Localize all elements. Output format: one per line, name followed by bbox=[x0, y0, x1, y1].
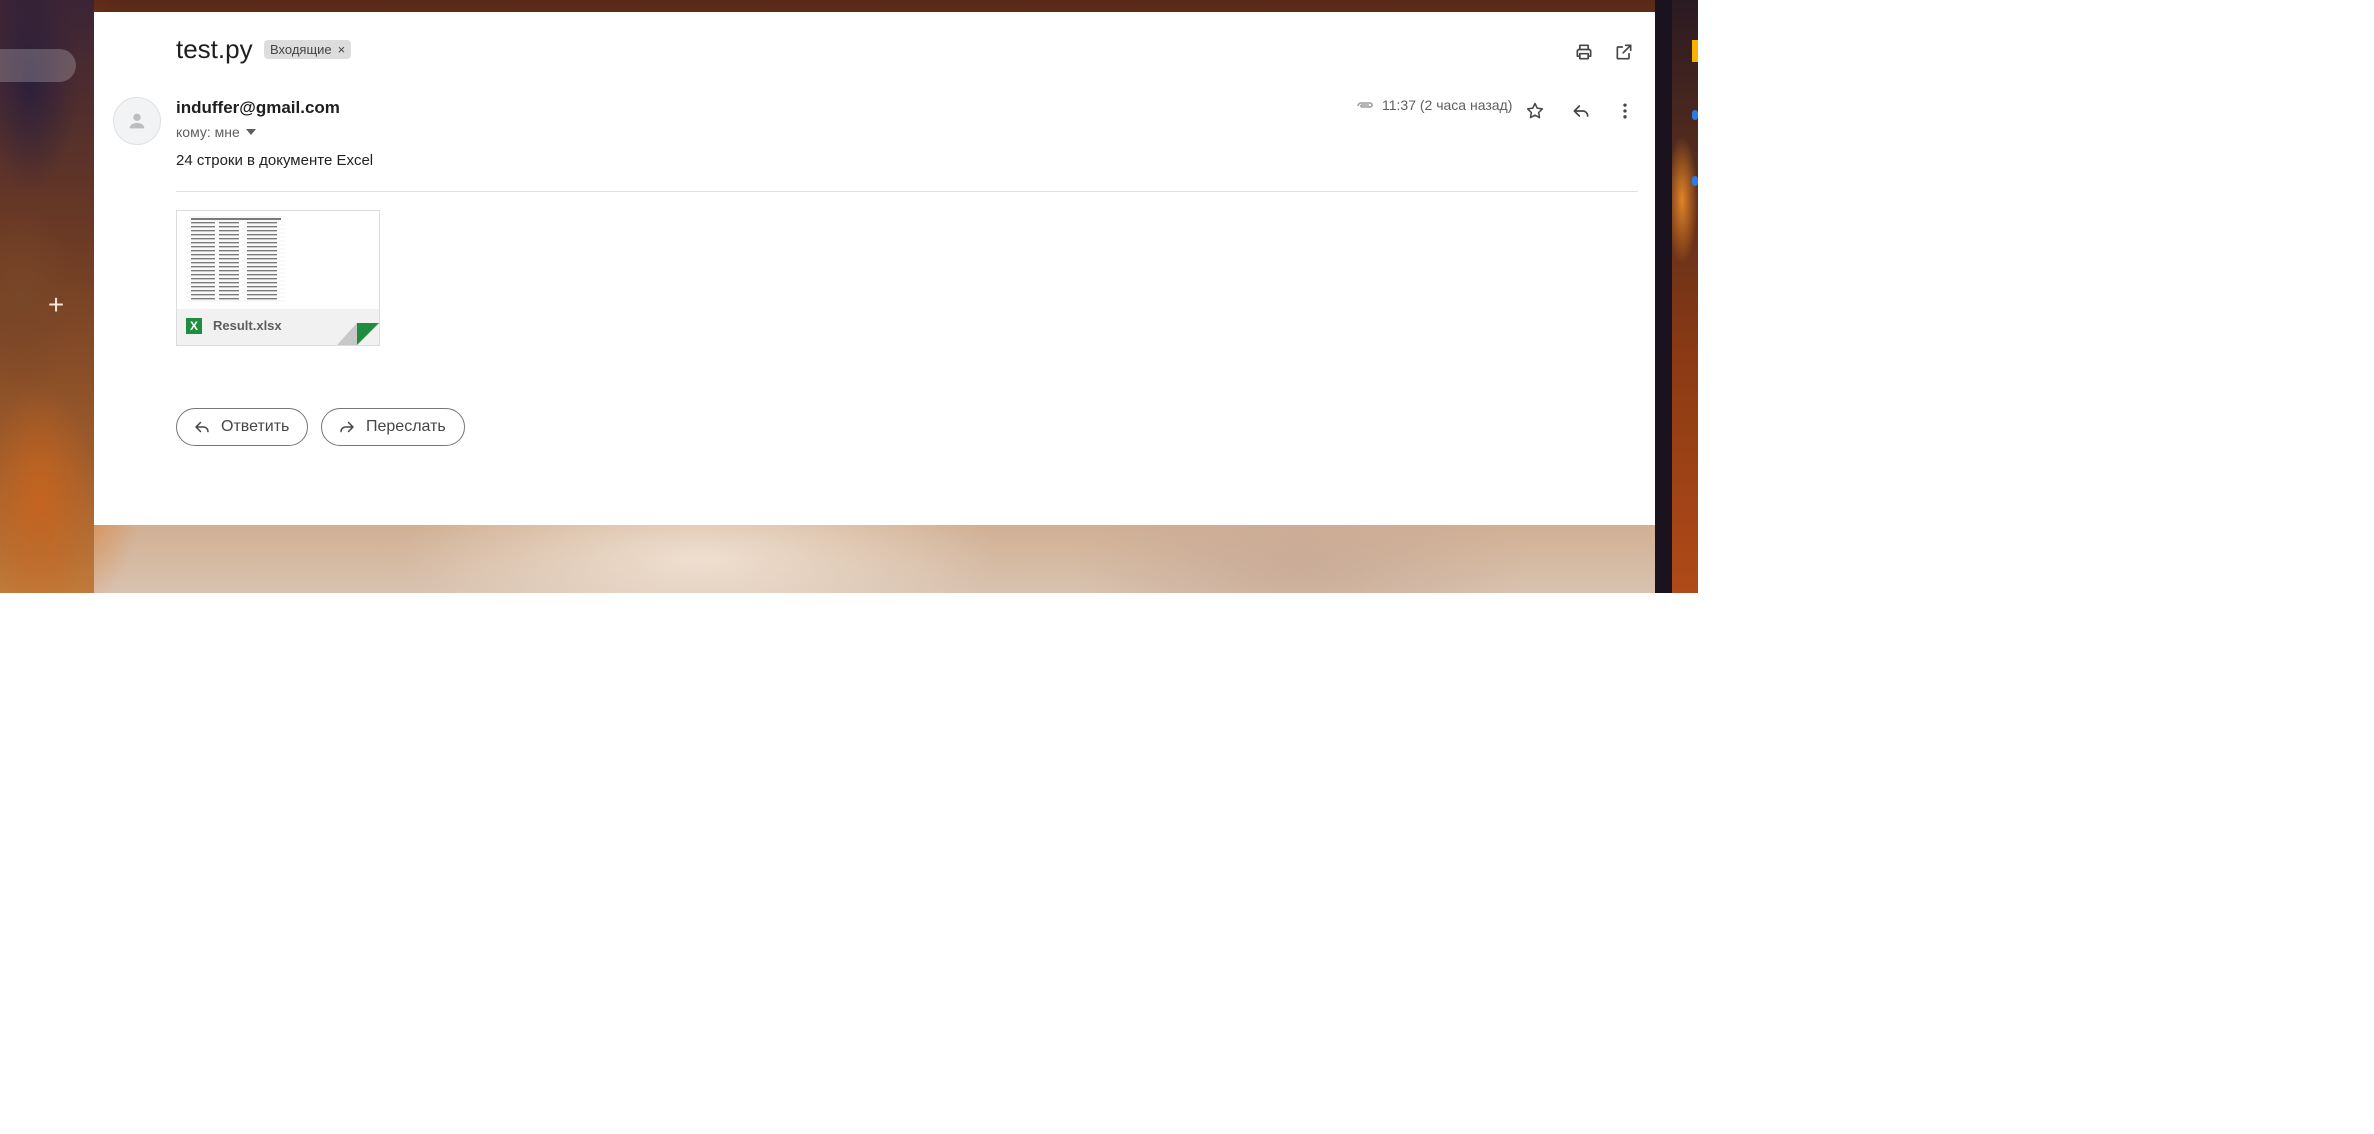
forward-button-label: Переслать bbox=[366, 418, 446, 435]
side-panel-app-icon[interactable] bbox=[1692, 110, 1698, 120]
print-icon[interactable] bbox=[1570, 38, 1598, 66]
message-card: test.py Входящие × induffer@gmail.com ко… bbox=[94, 12, 1655, 525]
screen: + test.py Входящие × induffer@gmail.com … bbox=[0, 0, 1698, 593]
side-panel-strip bbox=[1672, 0, 1698, 593]
recipient-line[interactable]: кому: мне bbox=[176, 124, 256, 140]
avatar[interactable] bbox=[113, 97, 161, 145]
message-body: 24 строки в документе Excel bbox=[176, 152, 374, 169]
reply-button[interactable]: Ответить bbox=[176, 408, 309, 446]
attachment-card[interactable]: X Result.xlsx bbox=[176, 210, 380, 346]
side-panel-app-icon[interactable] bbox=[1692, 40, 1698, 62]
label-chip[interactable]: Входящие × bbox=[264, 40, 352, 59]
timestamp: 11:37 (2 часа назад) bbox=[1382, 97, 1513, 113]
attachment-filename: Result.xlsx bbox=[213, 318, 282, 333]
left-rail: + bbox=[0, 0, 94, 593]
reply-button-label: Ответить bbox=[221, 418, 290, 435]
side-panel-app-icon[interactable] bbox=[1692, 176, 1698, 186]
star-icon[interactable] bbox=[1520, 96, 1550, 126]
reply-icon bbox=[195, 421, 209, 433]
label-chip-text: Входящие bbox=[270, 42, 332, 57]
more-vert-icon[interactable] bbox=[1610, 96, 1640, 126]
subject-title: test.py bbox=[176, 34, 253, 64]
recipient-text: кому: мне bbox=[176, 124, 240, 140]
attachment-corner-fold bbox=[337, 323, 379, 345]
forward-icon bbox=[340, 421, 354, 433]
excel-icon: X bbox=[186, 318, 202, 334]
sender-email[interactable]: induffer@gmail.com bbox=[176, 98, 340, 118]
spreadsheet-thumbnail bbox=[177, 211, 379, 309]
divider bbox=[176, 191, 1638, 192]
label-remove-button[interactable]: × bbox=[338, 40, 346, 59]
reply-icon[interactable] bbox=[1566, 96, 1596, 126]
avatar-icon bbox=[129, 113, 145, 129]
plus-icon[interactable]: + bbox=[44, 291, 68, 319]
attachment-preview bbox=[177, 211, 379, 309]
open-new-window-icon[interactable] bbox=[1610, 38, 1638, 66]
timestamp-area: 11:37 (2 часа назад) bbox=[1354, 97, 1512, 113]
attachment-clip-icon bbox=[1357, 102, 1373, 108]
nav-pill[interactable] bbox=[0, 49, 76, 82]
side-panel-dark bbox=[1655, 0, 1673, 593]
chevron-down-icon bbox=[245, 129, 256, 135]
forward-button[interactable]: Переслать bbox=[321, 408, 465, 446]
